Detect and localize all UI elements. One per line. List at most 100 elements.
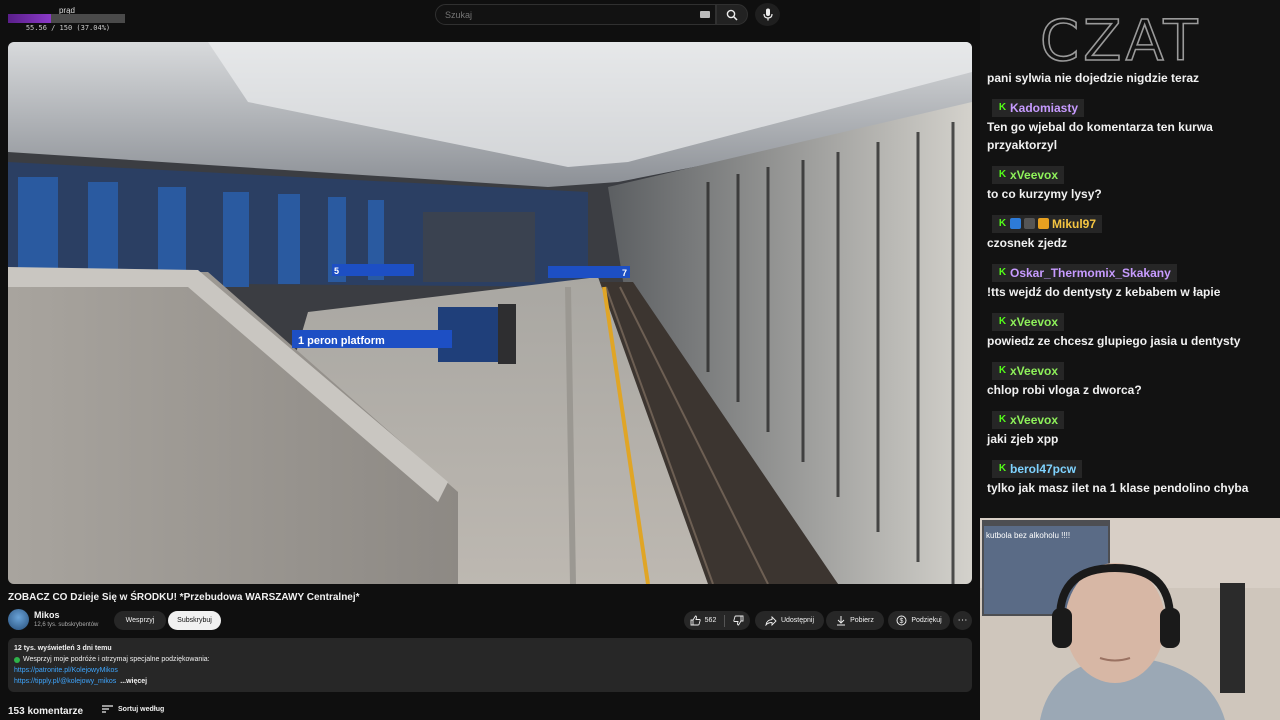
- search-button[interactable]: [716, 4, 748, 25]
- chat-username[interactable]: xVeevox: [1010, 168, 1058, 182]
- share-icon: [765, 615, 777, 626]
- chat-username[interactable]: xVeevox: [1010, 315, 1058, 329]
- chat-username[interactable]: berol47pcw: [1010, 462, 1076, 476]
- microphone-icon: [762, 8, 773, 21]
- like-dislike-group: 562: [684, 611, 750, 630]
- sort-label: Sortuj według: [118, 705, 165, 713]
- video-frame: 1 peron platform 5 7: [8, 42, 972, 584]
- chat-message: KxVeevox to co kurzymy lysy?: [987, 164, 1272, 203]
- chat-message-header: KxVeevox: [992, 312, 1065, 331]
- chat-badge-icon: [1024, 218, 1035, 229]
- more-actions-button[interactable]: ⋯: [953, 611, 972, 630]
- chat-badge-icon: [1010, 218, 1021, 229]
- like-divider: [724, 614, 726, 627]
- chat-message: pani sylwia nie dojedzie nigdzie teraz: [987, 68, 1272, 87]
- description-box[interactable]: 12 tys. wyświetleń 3 dni temu Wesprzyj m…: [8, 638, 972, 692]
- sign-left-number: 5: [334, 266, 339, 276]
- chat-message: K Kadomiasty Ten go wjebal do komentarza t…: [987, 97, 1272, 154]
- video-player[interactable]: 1 peron platform 5 7: [8, 42, 972, 584]
- chat-message-text: !tts wejdź do dentysty z kebabem w łapie: [987, 284, 1221, 299]
- thumbs-up-icon: [690, 615, 701, 626]
- chat-message-header: KxVeevox: [992, 361, 1065, 380]
- subscriber-count: 12,6 tys. subskrybentów: [34, 622, 99, 628]
- chat-username[interactable]: xVeevox: [1010, 364, 1058, 378]
- share-label: Udostępnij: [780, 617, 815, 624]
- chat-username[interactable]: Oskar_Thermomix_Skakany: [1010, 266, 1171, 280]
- kick-badge-icon: K: [998, 267, 1007, 278]
- chat-badge-icon: [1038, 218, 1049, 229]
- chat-username[interactable]: Kadomiasty: [1010, 101, 1078, 115]
- chat-message-text: pani sylwia nie dojedzie nigdzie teraz: [987, 71, 1200, 85]
- comments-count: 153 komentarze: [8, 706, 84, 717]
- chat-username[interactable]: xVeevox: [1010, 413, 1058, 427]
- thumbs-down-icon[interactable]: [733, 615, 744, 626]
- search-icon: [726, 9, 738, 21]
- download-icon: [837, 616, 846, 626]
- power-meter: prąd 55.56 / 150 (37.04%): [8, 4, 128, 34]
- like-button[interactable]: 562: [690, 615, 717, 626]
- description-text: Wesprzyj moje podróże i otrzymaj specjal…: [23, 656, 210, 663]
- chat-message-text: to co kurzymy lysy?: [987, 186, 1102, 201]
- chat-message-text: chlop robi vloga z dworca?: [987, 382, 1142, 397]
- search-input[interactable]: [435, 4, 716, 25]
- chat-message-text: jaki zjeb xpp: [987, 431, 1059, 446]
- power-meter-fill: [8, 14, 52, 23]
- power-meter-bar: [8, 14, 125, 23]
- download-label: Pobierz: [850, 617, 874, 624]
- chat-message-header: KxVeevox: [992, 410, 1065, 429]
- show-more-link[interactable]: ...więcej: [120, 678, 147, 685]
- power-meter-value: 55.56 / 150 (37.04%): [25, 24, 111, 32]
- description-line-3: https://tipply.pl/@kolejowy_mikos ...wię…: [14, 678, 147, 685]
- chat-message-text: tylko jak masz ilet na 1 klase pendolino…: [987, 480, 1249, 495]
- chat-message: KxVeevox chlop robi vloga z dworca?: [987, 360, 1272, 399]
- channel-name[interactable]: Mikos: [34, 610, 60, 620]
- channel-avatar[interactable]: [8, 609, 29, 630]
- chat-panel: CZAT pani sylwia nie dojedzie nigdzie te…: [980, 0, 1280, 518]
- video-title: ZOBACZ CO Dzieje Się w ŚRODKU! *Przebudo…: [8, 592, 360, 603]
- patronite-link[interactable]: https://patronite.pl/KolejowyMikos: [14, 667, 118, 674]
- support-button[interactable]: Wesprzyj: [114, 611, 166, 630]
- webcam-image: kutbola bez alkoholu !!!!: [980, 518, 1280, 720]
- chat-username[interactable]: Mikul97: [1052, 217, 1096, 231]
- chat-logo-text: CZAT: [1040, 9, 1202, 68]
- svg-text:$: $: [900, 618, 904, 625]
- chat-message-header: K Mikul97: [992, 214, 1103, 233]
- download-button[interactable]: Pobierz: [826, 611, 884, 630]
- chat-message-text: powiedz ze chcesz glupiego jasia u denty…: [987, 333, 1241, 348]
- thanks-icon: $: [896, 615, 907, 626]
- thanks-label: Podziękuj: [911, 617, 942, 624]
- chat-logo: CZAT: [1040, 8, 1202, 68]
- voice-search-button[interactable]: [755, 3, 780, 26]
- chat-message: Kberol47pcw tylko jak masz ilet na 1 klas…: [987, 458, 1272, 497]
- chat-message: KxVeevox jaki zjeb xpp: [987, 409, 1272, 448]
- kick-badge-icon: K: [998, 102, 1007, 113]
- green-circle-icon: [14, 656, 20, 663]
- kick-badge-icon: K: [998, 169, 1007, 180]
- poster-text: kutbola bez alkoholu !!!!: [986, 531, 1070, 540]
- webcam-feed: kutbola bez alkoholu !!!!: [980, 518, 1280, 720]
- kick-badge-icon: K: [998, 414, 1007, 425]
- subscribe-button[interactable]: Subskrybuj: [168, 611, 221, 630]
- sort-icon: [102, 705, 113, 713]
- kick-badge-icon: K: [998, 316, 1007, 327]
- keyboard-icon[interactable]: [700, 11, 710, 18]
- chat-message-text: czosnek zjedz: [987, 235, 1068, 250]
- kick-badge-icon: K: [998, 463, 1007, 474]
- chat-message: K Mikul97 czosnek zjedz: [987, 213, 1272, 252]
- chat-message-header: K Oskar_Thermomix_Skakany: [992, 263, 1177, 282]
- kick-badge-icon: K: [998, 365, 1007, 376]
- chat-message-header: KxVeevox: [992, 165, 1065, 184]
- chat-message: KxVeevox powiedz ze chcesz glupiego jasia…: [987, 311, 1272, 350]
- sort-comments-button[interactable]: Sortuj według: [102, 705, 164, 713]
- chat-message: K Oskar_Thermomix_Skakany !tts wejdź do de…: [987, 262, 1272, 301]
- chat-message-text: Ten go wjebal do komentarza ten kurwa pr…: [987, 119, 1213, 152]
- tipply-link[interactable]: https://tipply.pl/@kolejowy_mikos: [14, 678, 116, 685]
- view-count-and-date: 12 tys. wyświetleń 3 dni temu: [14, 645, 112, 652]
- platform-sign-text: 1 peron platform: [298, 335, 385, 347]
- like-count: 562: [704, 617, 717, 624]
- description-line: Wesprzyj moje podróże i otrzymaj specjal…: [14, 656, 210, 663]
- sign-right-number: 7: [622, 268, 627, 278]
- thanks-button[interactable]: $ Podziękuj: [888, 611, 950, 630]
- share-button[interactable]: Udostępnij: [755, 611, 824, 630]
- chat-message-header: Kberol47pcw: [992, 459, 1083, 478]
